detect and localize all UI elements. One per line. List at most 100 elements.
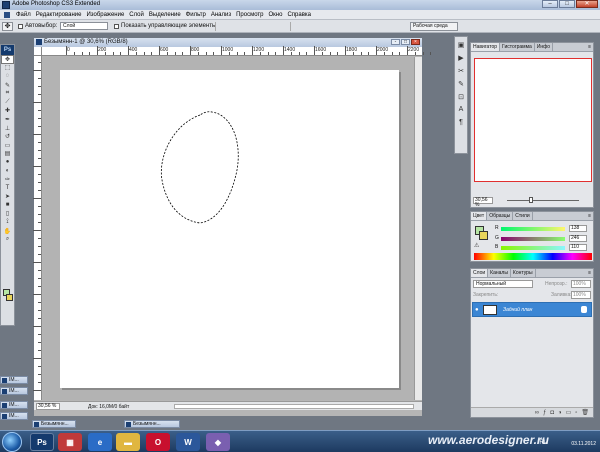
menu-window[interactable]: Окно [269,12,283,18]
tab-info[interactable]: Инфо [535,43,554,51]
quick-select-tool-icon[interactable]: ✎ [1,81,14,90]
horizontal-scrollbar[interactable] [174,404,414,409]
blue-value[interactable]: 110 [569,244,587,251]
minimized-document[interactable]: IM... [0,412,28,420]
autoselect-checkbox[interactable] [18,24,23,29]
actions-icon[interactable]: ▶ [455,52,467,63]
document-title-bar[interactable]: Безымянн-1 @ 30,6% (RGB/8) - □ × [34,38,422,47]
menu-filter[interactable]: Фильтр [186,12,206,18]
red-slider[interactable] [501,227,565,231]
clock[interactable]: 03.11.2012 [571,441,596,447]
navigator-zoom-slider[interactable] [507,200,579,201]
shape-tool-icon[interactable]: ■ [1,201,14,210]
gradient-tool-icon[interactable]: ▤ [1,150,14,159]
brush-tool-icon[interactable]: ✒ [1,115,14,124]
tab-swatches[interactable]: Образцы [487,212,514,220]
history-brush-tool-icon[interactable]: ↺ [1,132,14,141]
color-spectrum[interactable] [474,253,592,260]
start-button[interactable] [2,432,22,452]
blue-slider[interactable] [501,246,565,250]
doc-size-info[interactable]: Док: 16,0M/0 байт [88,404,129,410]
gamut-warning-icon[interactable]: ⚠ [474,242,479,249]
opacity-field[interactable]: 100% [571,280,591,288]
stamp-tool-icon[interactable]: ⊥ [1,124,14,133]
autoselect-dropdown[interactable]: Слой [60,22,108,30]
doc-minimize-button[interactable]: - [391,39,400,45]
ie-taskbar-icon[interactable]: e [88,433,112,451]
notes-tool-icon[interactable]: ▯ [1,210,14,219]
blur-tool-icon[interactable]: ● [1,158,14,167]
minimized-document[interactable]: IM... [0,401,28,409]
crop-tool-icon[interactable]: ⌗ [1,89,14,98]
green-slider[interactable] [501,237,565,241]
red-value[interactable]: 138 [569,225,587,232]
photoshop-taskbar-icon[interactable]: Ps [30,433,54,451]
navigator-zoom-knob[interactable] [529,197,533,203]
fill-field[interactable]: 100% [571,291,591,299]
eyedropper-tool-icon[interactable]: ⟟ [1,218,14,227]
history-icon[interactable]: ▣ [455,39,467,50]
horizontal-ruler[interactable]: 0 200 400 600 800 1000 1200 1400 1600 1800 2000 220… [42,46,432,56]
minimized-document[interactable]: Безымянн... [124,420,180,428]
menu-image[interactable]: Изображение [86,12,124,18]
opera-taskbar-icon[interactable]: O [146,433,170,451]
slice-tool-icon[interactable]: ⟋ [1,98,14,107]
media-taskbar-icon[interactable]: ▦ [58,433,82,451]
menu-edit[interactable]: Редактирование [36,12,82,18]
app-taskbar-icon[interactable]: ◆ [206,433,230,451]
pen-tool-icon[interactable]: ✑ [1,175,14,184]
panel-menu-icon[interactable]: ≡ [588,44,591,50]
path-select-tool-icon[interactable]: ➤ [1,193,14,202]
clone-source-icon[interactable]: ⊡ [455,91,467,102]
doc-close-button[interactable]: × [411,39,420,45]
canvas[interactable] [60,70,399,388]
workspace-dropdown[interactable]: Рабочая среда [410,22,458,31]
ps-menu-icon[interactable] [4,11,10,18]
menu-help[interactable]: Справка [287,12,311,18]
vertical-ruler[interactable] [33,56,42,400]
zoom-field[interactable]: 30,56 % [36,403,60,410]
blend-mode-dropdown[interactable]: Нормальный [473,280,533,288]
lasso-tool-icon[interactable]: ◌ [1,72,14,81]
maximize-button[interactable]: □ [559,0,575,8]
type-tool-icon[interactable]: T [1,184,14,193]
minimized-document[interactable]: IM... [0,376,28,384]
panel-menu-icon[interactable]: ≡ [588,213,591,219]
move-tool-preset-icon[interactable]: ✥ [2,22,13,31]
navigator-preview[interactable] [474,58,592,182]
tab-color[interactable]: Цвет [471,212,488,220]
menu-select[interactable]: Выделение [149,12,181,18]
dodge-tool-icon[interactable]: ◐ [1,167,14,176]
minimize-button[interactable]: – [542,0,558,8]
marquee-tool-icon[interactable]: ⬚ [1,64,14,73]
new-group-icon[interactable]: ▭ [566,409,572,416]
minimized-document[interactable]: Безымянн... [32,420,76,428]
tool-presets-icon[interactable]: ✂ [455,65,467,76]
eraser-tool-icon[interactable]: ▭ [1,141,14,150]
zoom-tool-icon[interactable]: ⌕ [1,235,14,244]
background-color-swatch[interactable] [479,231,488,240]
link-layers-icon[interactable]: ∞ [535,410,539,416]
layer-style-icon[interactable]: ƒ [543,410,546,416]
visibility-eye-icon[interactable]: ● [475,307,479,313]
menu-view[interactable]: Просмотр [236,12,263,18]
explorer-taskbar-icon[interactable]: ▬ [116,433,140,451]
doc-maximize-button[interactable]: □ [401,39,410,45]
background-color-swatch[interactable] [6,294,13,301]
healing-tool-icon[interactable]: ✚ [1,107,14,116]
character-icon[interactable]: A [455,104,467,115]
word-taskbar-icon[interactable]: W [176,433,200,451]
paragraph-icon[interactable]: ¶ [455,117,467,128]
tab-paths[interactable]: Контуры [511,269,536,277]
tab-channels[interactable]: Каналы [488,269,511,277]
adjustment-layer-icon[interactable]: ◑ [558,410,562,416]
vertical-scrollbar[interactable] [414,57,422,400]
tab-histogram[interactable]: Гистограмма [500,43,535,51]
tab-navigator[interactable]: Навигатор [471,43,501,51]
navigator-zoom-field[interactable]: 30,56 % [473,197,493,208]
green-value[interactable]: 246 [569,235,587,242]
menu-file[interactable]: Файл [16,12,31,18]
move-tool-icon[interactable]: ✥ [1,55,14,64]
tab-layers[interactable]: Слои [471,269,489,277]
delete-layer-icon[interactable]: 🗑 [581,409,589,416]
